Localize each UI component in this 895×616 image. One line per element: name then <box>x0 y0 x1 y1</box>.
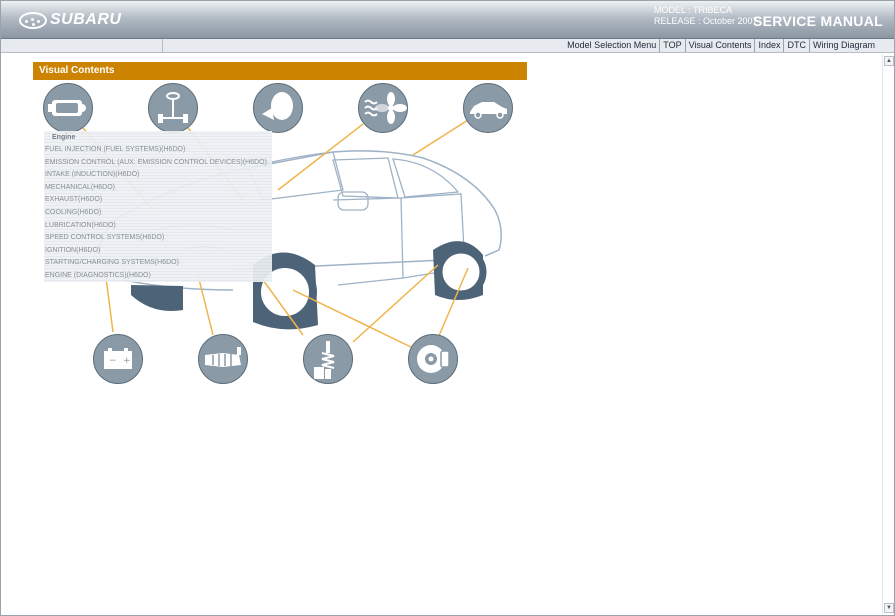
model-line: MODEL : TRIBECA <box>654 5 733 15</box>
nav-link-model-selection-menu[interactable]: Model Selection Menu <box>564 39 659 52</box>
nav-link-wiring-diagram[interactable]: Wiring Diagram <box>808 39 878 52</box>
body-icon[interactable] <box>463 83 513 133</box>
svg-text:+: + <box>123 356 131 366</box>
engine-item-intake[interactable]: INTAKE (INDUCTION)(H6DO) <box>44 169 272 182</box>
suspension-icon[interactable] <box>303 334 353 384</box>
nav-bar: Model Selection Menu TOP Visual Contents… <box>1 39 894 53</box>
engine-item-diagnostics[interactable]: ENGINE (DIAGNOSTICS)(H6DO) <box>44 270 272 283</box>
engine-submenu: Engine FUEL INJECTION (FUEL SYSTEMS)(H6D… <box>44 131 272 282</box>
engine-item-lubrication[interactable]: LUBRICATION(H6DO) <box>44 220 272 233</box>
engine-item-exhaust[interactable]: EXHAUST(H6DO) <box>44 194 272 207</box>
nav-link-top[interactable]: TOP <box>659 39 684 52</box>
battery-icon[interactable]: − + <box>93 334 143 384</box>
brake-icon[interactable] <box>408 334 458 384</box>
svg-text:−: − <box>109 356 117 366</box>
hvac-fan-icon[interactable] <box>358 83 408 133</box>
engine-submenu-title: Engine <box>52 134 76 141</box>
service-manual-title: SERVICE MANUAL <box>753 13 883 29</box>
transmission-icon[interactable] <box>198 334 248 384</box>
release-line: RELEASE : October 2007 <box>654 16 758 26</box>
engine-item-mechanical[interactable]: MECHANICAL(H6DO) <box>44 182 272 195</box>
subaru-logo: SUBARU <box>19 11 121 29</box>
engine-item-cooling[interactable]: COOLING(H6DO) <box>44 207 272 220</box>
nav-link-dtc[interactable]: DTC <box>783 39 809 52</box>
engine-item-starting-charging[interactable]: STARTING/CHARGING SYSTEMS(H6DO) <box>44 257 272 270</box>
logo-text: SUBARU <box>50 11 122 28</box>
visual-contents-heading: Visual Contents <box>33 62 527 80</box>
airbag-icon[interactable] <box>253 83 303 133</box>
engine-item-ignition[interactable]: IGNITION(H6DO) <box>44 245 272 258</box>
nav-left-block <box>1 39 163 52</box>
engine-item-emission-control[interactable]: EMISSION CONTROL (AUX. EMISSION CONTROL … <box>44 157 272 170</box>
scroll-down-arrow-icon[interactable]: ▼ <box>884 603 894 613</box>
nav-link-visual-contents[interactable]: Visual Contents <box>684 39 755 52</box>
model-info: MODEL : TRIBECA RELEASE : October 2007 <box>654 5 758 27</box>
nav-links: Model Selection Menu TOP Visual Contents… <box>564 39 878 52</box>
subaru-emblem-icon <box>19 11 47 29</box>
steering-icon[interactable] <box>148 83 198 133</box>
engine-item-fuel-injection[interactable]: FUEL INJECTION (FUEL SYSTEMS)(H6DO) <box>44 144 272 157</box>
vertical-scrollbar[interactable]: ▲ ▼ <box>882 54 894 615</box>
app-window: SUBARU MODEL : TRIBECA RELEASE : October… <box>0 0 895 616</box>
header-bar: SUBARU MODEL : TRIBECA RELEASE : October… <box>1 1 894 39</box>
engine-icon[interactable] <box>43 83 93 133</box>
nav-link-index[interactable]: Index <box>754 39 783 52</box>
scroll-up-arrow-icon[interactable]: ▲ <box>884 56 894 66</box>
engine-item-speed-control[interactable]: SPEED CONTROL SYSTEMS(H6DO) <box>44 232 272 245</box>
